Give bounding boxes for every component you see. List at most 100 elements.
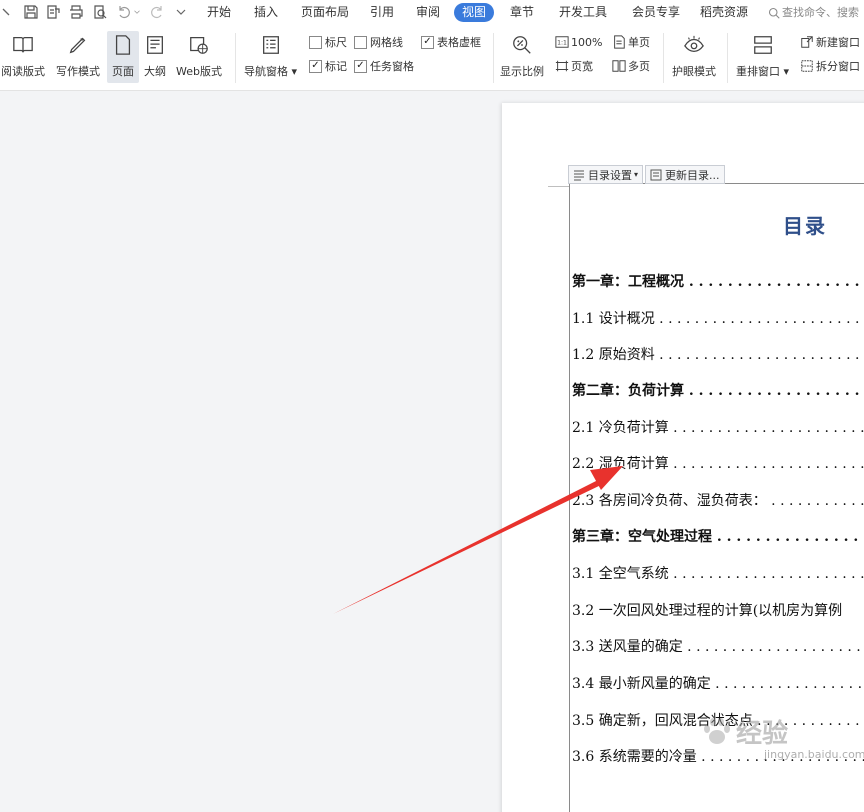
toc-entry[interactable]: 1.2 原始资料 . . . . . . . . . . . . . . . .…	[572, 344, 864, 364]
writing-mode-button[interactable]: 写作模式	[56, 33, 100, 79]
toc-entry[interactable]: 3.4 最小新风量的确定 . . . . . . . . . . . . . .…	[572, 673, 864, 693]
update-toc-label: 更新目录...	[665, 168, 720, 182]
tab-insert[interactable]: 插入	[246, 3, 286, 22]
nav-pane-label: 导航窗格 ▾	[244, 65, 298, 78]
checkmark-icon: ✓	[309, 59, 322, 73]
app-window: 开始 插入 页面布局 引用 审阅 视图 章节 开发工具 会员专享 稻壳资源 查找…	[0, 0, 864, 812]
page-width-label: 页宽	[571, 60, 593, 73]
refresh-toc-icon	[650, 169, 662, 180]
ribbon-view: 阅读版式 写作模式 页面 大纲 Web版式 导航窗格 ▾ 标尺 网格线 ✓ 表格…	[0, 25, 864, 91]
toc-list-icon	[574, 170, 584, 180]
print-preview-icon[interactable]	[91, 3, 109, 21]
writing-mode-label: 写作模式	[56, 65, 100, 78]
markup-label: 标记	[325, 60, 347, 73]
update-toc-button[interactable]: 更新目录...	[645, 165, 725, 184]
zoom-label: 显示比例	[500, 65, 544, 78]
multi-page-button[interactable]: 多页	[612, 58, 650, 74]
menu-bar: 开始 插入 页面布局 引用 审阅 视图 章节 开发工具 会员专享 稻壳资源 查找…	[0, 0, 864, 25]
reading-layout-label: 阅读版式	[1, 65, 45, 78]
eye-protection-button[interactable]: 护眼模式	[672, 33, 716, 79]
split-window-label: 拆分窗口	[816, 60, 860, 73]
outline-label: 大纲	[144, 65, 166, 78]
split-window-button[interactable]: 拆分窗口	[800, 58, 860, 74]
list-icon	[259, 33, 283, 57]
nav-pane-button[interactable]: 导航窗格 ▾	[244, 33, 297, 79]
tab-view[interactable]: 视图	[454, 3, 495, 22]
web-layout-button[interactable]: Web版式	[176, 33, 222, 79]
undo-icon[interactable]	[115, 3, 133, 21]
ruler-label: 标尺	[325, 36, 347, 49]
page-view-button[interactable]: 页面	[107, 31, 139, 83]
ribbon-divider	[235, 33, 236, 83]
tab-chapter[interactable]: 章节	[502, 3, 542, 22]
windows-icon	[751, 33, 775, 57]
split-window-icon	[801, 60, 813, 72]
zoom-100-button[interactable]: 1:1 100%	[555, 34, 602, 50]
ribbon-divider	[727, 33, 728, 83]
new-window-icon	[801, 36, 813, 48]
toc-entry[interactable]: 3.2 一次回风处理过程的计算(以机房为算例	[572, 600, 864, 620]
toc-entry[interactable]: 3.1 全空气系统 . . . . . . . . . . . . . . . …	[572, 563, 864, 583]
margin-guide	[548, 186, 570, 187]
one-to-one-icon: 1:1	[555, 36, 569, 48]
watermark-brand: 经验	[736, 719, 789, 749]
pen-icon	[66, 33, 90, 57]
watermark-url: jingyan.baidu.com	[764, 748, 864, 761]
toc-entry[interactable]: 2.1 冷负荷计算 . . . . . . . . . . . . . . . …	[572, 417, 864, 437]
chevron-down-icon: ▾	[634, 170, 639, 179]
checkmark-icon: ✓	[354, 59, 367, 73]
watermark: 经验 jingyan.baidu.com	[700, 713, 864, 761]
multi-page-label: 多页	[628, 60, 650, 73]
tab-developer[interactable]: 开发工具	[551, 3, 615, 22]
toc-settings-button[interactable]: 目录设置 ▾	[568, 165, 644, 184]
toc-entry[interactable]: 第一章：工程概况 . . . . . . . . . . . . . . . .…	[572, 271, 864, 291]
outline-icon	[143, 33, 167, 57]
outline-button[interactable]: 大纲	[143, 33, 167, 79]
toc-entry[interactable]: 第三章：空气处理过程 . . . . . . . . . . . . . . .…	[572, 526, 864, 546]
checkbox-box	[354, 35, 367, 49]
redo-icon[interactable]	[148, 3, 166, 21]
tab-member[interactable]: 会员专享	[624, 3, 688, 22]
task-pane-checkbox[interactable]: ✓ 任务窗格	[354, 58, 414, 74]
customize-toolbar-icon[interactable]	[172, 3, 190, 21]
zoom-icon	[510, 33, 534, 57]
tab-home[interactable]: 开始	[199, 3, 239, 22]
reading-layout-button[interactable]: 阅读版式	[1, 33, 45, 79]
print-icon[interactable]	[67, 3, 85, 21]
save-icon[interactable]	[22, 3, 40, 21]
toc-entry[interactable]: 3.3 送风量的确定 . . . . . . . . . . . . . . .…	[572, 636, 864, 656]
toc-entry[interactable]: 第二章：负荷计算 . . . . . . . . . . . . . . . .…	[572, 380, 864, 400]
tab-review[interactable]: 审阅	[408, 3, 448, 22]
page-width-button[interactable]: 页宽	[555, 58, 593, 74]
table-gridlines-checkbox[interactable]: ✓ 表格虚框	[421, 34, 481, 50]
tab-page-layout[interactable]: 页面布局	[293, 3, 357, 22]
command-search[interactable]: 查找命令、搜索	[768, 3, 859, 22]
toc-entry[interactable]: 2.2 湿负荷计算 . . . . . . . . . . . . . . . …	[572, 453, 864, 473]
ruler-checkbox[interactable]: 标尺	[309, 34, 347, 50]
gridlines-checkbox[interactable]: 网格线	[354, 34, 403, 50]
task-pane-label: 任务窗格	[370, 60, 414, 73]
search-placeholder: 查找命令、搜索	[782, 6, 859, 19]
single-page-icon	[614, 35, 625, 49]
tab-references[interactable]: 引用	[362, 3, 402, 22]
markup-checkbox[interactable]: ✓ 标记	[309, 58, 347, 74]
watermark-logo: 经验	[700, 713, 864, 750]
toc-entry[interactable]: 1.1 设计概况 . . . . . . . . . . . . . . . .…	[572, 308, 864, 328]
rearrange-windows-button[interactable]: 重排窗口 ▾	[736, 33, 789, 79]
new-window-label: 新建窗口	[816, 36, 860, 49]
undo-dropdown-icon[interactable]	[132, 3, 142, 21]
checkmark-icon: ✓	[421, 35, 434, 49]
web-icon	[187, 33, 211, 57]
zoom-100-label: 100%	[571, 35, 603, 49]
ribbon-divider	[663, 33, 664, 83]
zoom-button[interactable]: 显示比例	[500, 33, 544, 79]
search-icon	[768, 7, 780, 19]
multi-page-icon	[612, 60, 626, 72]
new-window-button[interactable]: 新建窗口	[800, 34, 860, 50]
export-icon[interactable]	[44, 3, 62, 21]
toc-entry[interactable]: 2.3 各房间冷负荷、湿负荷表： . . . . . . . . . . . .…	[572, 490, 864, 510]
single-page-button[interactable]: 单页	[612, 34, 650, 50]
book-icon	[11, 33, 35, 57]
tab-docer[interactable]: 稻壳资源	[692, 3, 756, 22]
menu-chevron-icon[interactable]	[0, 3, 18, 21]
